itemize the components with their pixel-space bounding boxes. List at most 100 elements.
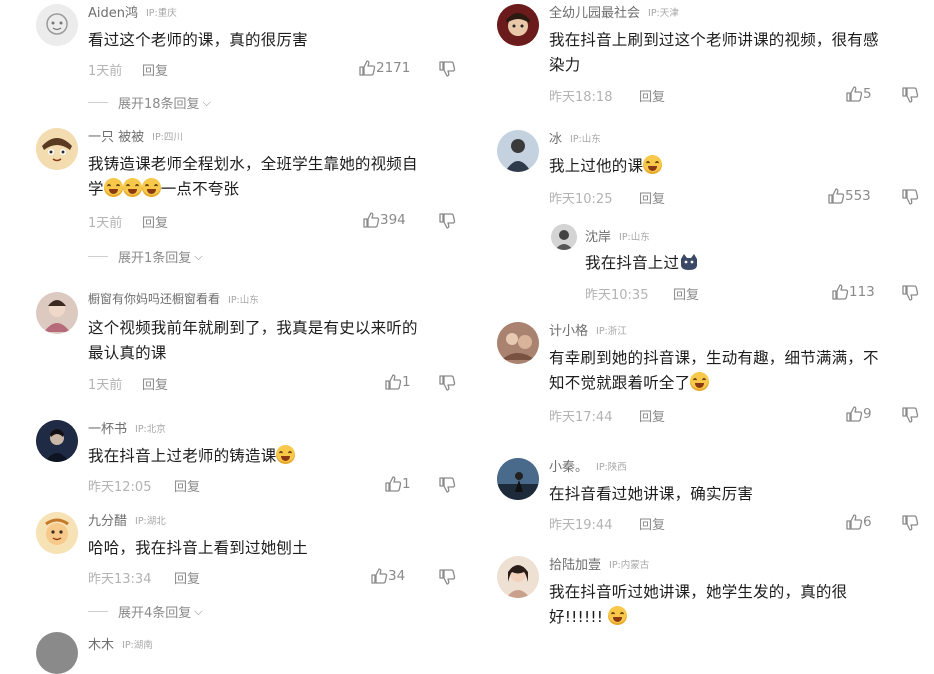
- comment-text: 我在抖音上过: [585, 251, 699, 276]
- reply-item: 沈岸 IP:山东 我在抖音上过 昨天10:35 回复 113: [551, 224, 927, 304]
- thumbs-up-icon: [358, 59, 376, 77]
- avatar[interactable]: [36, 512, 78, 554]
- like-count: 1: [402, 374, 411, 390]
- like-button[interactable]: 1: [384, 373, 411, 391]
- expand-replies[interactable]: 展开1条回复 ⌵: [88, 247, 203, 266]
- user-name[interactable]: 小秦。: [549, 456, 588, 475]
- dislike-button[interactable]: [438, 374, 456, 392]
- reply-button[interactable]: 回复: [639, 188, 665, 207]
- comment-item: 木木 IP:湖南: [36, 632, 456, 674]
- reply-button[interactable]: 回复: [142, 374, 168, 393]
- like-button[interactable]: 34: [370, 567, 405, 585]
- ip-location: IP:重庆: [146, 7, 177, 19]
- comment-item: 冰 IP:山东 我上过他的课 昨天10:25 回复 553: [497, 130, 927, 220]
- comment-time: 1天前: [88, 64, 123, 79]
- thumbs-up-icon: [845, 513, 863, 531]
- dislike-button[interactable]: [901, 188, 919, 206]
- comment-text-line: 我在抖音上过: [585, 254, 680, 272]
- reply-button[interactable]: 回复: [174, 568, 200, 587]
- avatar[interactable]: [36, 632, 78, 674]
- comment-text: 有幸刷到她的抖音课，生动有趣，细节满满，不 知不觉就跟着听全了: [549, 346, 879, 396]
- thumbs-up-icon: [370, 567, 388, 585]
- user-name[interactable]: 全幼儿园最社会: [549, 2, 640, 21]
- ip-location: IP:天津: [648, 7, 679, 19]
- expand-replies[interactable]: 展开4条回复 ⌵: [88, 602, 203, 621]
- user-name[interactable]: 冰: [549, 128, 562, 147]
- thumbs-down-icon: [901, 514, 919, 532]
- comment-text: 这个视频我前年就刷到了，我真是有史以来听的 最认真的课: [88, 316, 418, 366]
- like-count: 34: [388, 568, 406, 584]
- dislike-button[interactable]: [438, 60, 456, 78]
- user-name[interactable]: 计小格: [549, 320, 588, 339]
- reply-button[interactable]: 回复: [142, 60, 168, 79]
- like-button[interactable]: 553: [827, 187, 871, 205]
- avatar[interactable]: [497, 322, 539, 364]
- avatar[interactable]: [497, 130, 539, 172]
- avatar[interactable]: [497, 458, 539, 500]
- cat-emoji-icon: [681, 254, 698, 270]
- ip-location: IP:内蒙古: [609, 559, 650, 571]
- thumbs-down-icon: [901, 188, 919, 206]
- dislike-button[interactable]: [901, 284, 919, 302]
- user-name[interactable]: Aiden鸿: [88, 2, 138, 21]
- user-name[interactable]: 九分醋: [88, 510, 127, 529]
- like-button[interactable]: 113: [831, 283, 875, 301]
- thumbs-down-icon: [438, 212, 456, 230]
- comment-time: 昨天12:05: [88, 480, 152, 495]
- comment-text-line: 好!!!!!!: [549, 608, 604, 626]
- comment-item: 一只 被被 IP:四川 我铸造课老师全程划水，全班学生靠她的视频自学 一点不夸张 1…: [36, 128, 456, 238]
- user-name[interactable]: 一只 被被: [88, 126, 144, 145]
- avatar[interactable]: [36, 128, 78, 170]
- reply-button[interactable]: 回复: [639, 406, 665, 425]
- comment-text-line: 一点不夸张: [160, 180, 240, 198]
- user-name[interactable]: 沈岸: [585, 226, 611, 245]
- like-button[interactable]: 2171: [358, 59, 410, 77]
- ip-location: IP:四川: [152, 131, 183, 143]
- chevron-down-icon: ⌵: [194, 249, 203, 263]
- chevron-down-icon: ⌵: [194, 604, 203, 618]
- like-count: 5: [863, 86, 872, 102]
- comment-time: 昨天17:44: [549, 410, 613, 425]
- avatar[interactable]: [36, 4, 78, 46]
- like-button[interactable]: 1: [384, 475, 411, 493]
- user-name[interactable]: 橱窗有你妈吗还橱窗看看: [88, 290, 220, 307]
- reply-button[interactable]: 回复: [639, 86, 665, 105]
- expand-replies[interactable]: 展开18条回复 ⌵: [88, 93, 211, 112]
- dislike-button[interactable]: [901, 86, 919, 104]
- comment-text-line: 染力: [549, 56, 581, 74]
- avatar[interactable]: [497, 556, 539, 598]
- comment-text: 我铸造课老师全程划水，全班学生靠她的视频自学 一点不夸张: [88, 152, 418, 202]
- reply-button[interactable]: 回复: [174, 476, 200, 495]
- ip-location: IP:山东: [228, 294, 259, 306]
- like-button[interactable]: 5: [845, 85, 872, 103]
- dislike-button[interactable]: [438, 476, 456, 494]
- avatar[interactable]: [497, 4, 539, 46]
- comment-text-line: 我铸造课老师全程划水，全班学生靠她的视频自: [88, 155, 418, 173]
- reply-button[interactable]: 回复: [142, 212, 168, 231]
- like-button[interactable]: 6: [845, 513, 872, 531]
- comment-item: 一杯书 IP:北京 我在抖音上过老师的铸造课 昨天12:05 回复 1: [36, 420, 456, 500]
- comment-time: 1天前: [88, 216, 123, 231]
- dislike-button[interactable]: [901, 514, 919, 532]
- thumbs-up-icon: [384, 373, 402, 391]
- avatar[interactable]: [36, 420, 78, 462]
- comment-item: 全幼儿园最社会 IP:天津 我在抖音上刷到过这个老师讲课的视频，很有感 染力 昨天1…: [497, 4, 927, 114]
- reply-button[interactable]: 回复: [673, 284, 699, 303]
- thumbs-up-icon: [384, 475, 402, 493]
- like-button[interactable]: 394: [362, 211, 406, 229]
- thumbs-down-icon: [901, 406, 919, 424]
- dislike-button[interactable]: [438, 568, 456, 586]
- dislike-button[interactable]: [901, 406, 919, 424]
- dislike-button[interactable]: [438, 212, 456, 230]
- ip-location: IP:陕西: [596, 461, 627, 473]
- user-name[interactable]: 拾陆加壹: [549, 554, 601, 573]
- user-name[interactable]: 一杯书: [88, 418, 127, 437]
- like-button[interactable]: 9: [845, 405, 872, 423]
- like-count: 9: [863, 406, 872, 422]
- comment-column-right: 全幼儿园最社会 IP:天津 我在抖音上刷到过这个老师讲课的视频，很有感 染力 昨天1…: [467, 0, 934, 643]
- pleading-emoji-icon: [608, 606, 628, 625]
- avatar[interactable]: [551, 224, 577, 250]
- reply-button[interactable]: 回复: [639, 514, 665, 533]
- user-name[interactable]: 木木: [88, 634, 114, 653]
- avatar[interactable]: [36, 292, 78, 334]
